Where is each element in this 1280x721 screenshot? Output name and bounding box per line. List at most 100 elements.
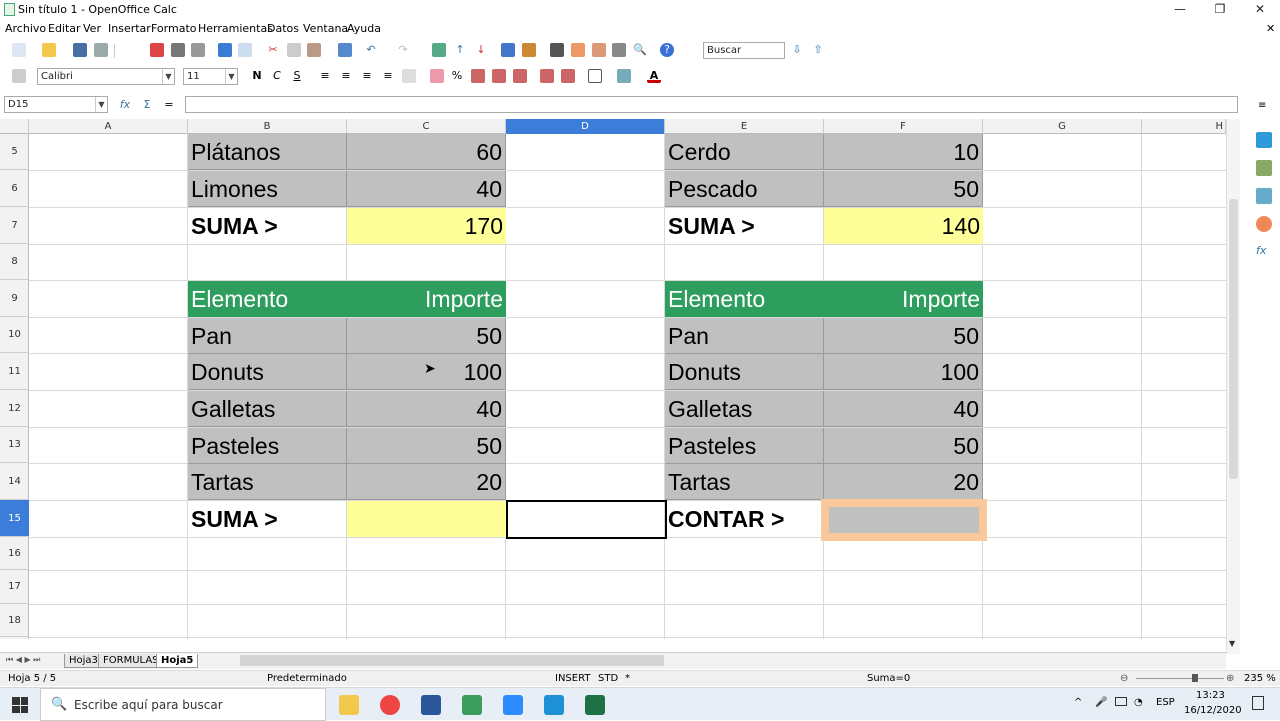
status-zoom[interactable]: 235 % bbox=[1244, 673, 1276, 684]
font-size-combo[interactable]: 11 ▼ bbox=[183, 68, 238, 85]
status-selection-mode[interactable]: STD bbox=[598, 673, 618, 684]
scroll-down-icon[interactable]: ▼ bbox=[1229, 639, 1235, 648]
cell-b15[interactable]: SUMA > bbox=[188, 501, 347, 537]
percent-format-icon[interactable]: % bbox=[450, 69, 464, 83]
spellcheck-icon[interactable] bbox=[218, 43, 232, 57]
row-header-14[interactable]: 14 bbox=[0, 463, 29, 500]
selected-cell-d15[interactable] bbox=[506, 500, 667, 539]
row-header-8[interactable]: 8 bbox=[0, 244, 29, 280]
row-header-15[interactable]: 15 bbox=[0, 500, 29, 537]
find-next-icon[interactable]: ⇩ bbox=[790, 43, 804, 57]
taskbar-search-box[interactable]: 🔍 Escribe aquí para buscar bbox=[40, 688, 326, 721]
wifi-icon[interactable]: ◔ bbox=[1134, 697, 1143, 708]
cell-f12[interactable]: 40 bbox=[824, 391, 983, 427]
cell-e7[interactable]: SUMA > bbox=[665, 208, 824, 244]
cell-c7[interactable]: 170 bbox=[347, 208, 506, 244]
cell-b11[interactable]: Donuts bbox=[188, 354, 347, 390]
cell-e6[interactable]: Pescado bbox=[665, 171, 824, 207]
battery-icon[interactable] bbox=[1115, 697, 1127, 706]
bold-button[interactable]: N bbox=[250, 69, 264, 83]
cell-b10[interactable]: Pan bbox=[188, 318, 347, 354]
draw-functions-icon[interactable] bbox=[522, 43, 536, 57]
italic-button[interactable]: C bbox=[270, 69, 284, 83]
windows-start-icon[interactable] bbox=[12, 697, 28, 713]
column-header-c[interactable]: C bbox=[347, 119, 506, 134]
font-color-icon[interactable]: A bbox=[647, 69, 661, 83]
tab-hoja5[interactable]: Hoja5 bbox=[156, 654, 199, 668]
row-header-17[interactable]: 17 bbox=[0, 570, 29, 604]
background-color-icon[interactable] bbox=[617, 69, 631, 83]
chart-icon[interactable] bbox=[501, 43, 515, 57]
equals-icon[interactable]: = bbox=[162, 98, 176, 112]
row-header-11[interactable]: 11 bbox=[0, 353, 29, 390]
file-explorer-icon[interactable] bbox=[339, 695, 359, 715]
decrease-indent-icon[interactable] bbox=[540, 69, 554, 83]
standard-format-icon[interactable] bbox=[471, 69, 485, 83]
column-header-b[interactable]: B bbox=[188, 119, 347, 134]
autospellcheck-icon[interactable] bbox=[238, 43, 252, 57]
row-header-13[interactable]: 13 bbox=[0, 427, 29, 463]
cell-f9[interactable]: Importe bbox=[824, 281, 983, 317]
chevron-up-icon[interactable]: ^ bbox=[1074, 697, 1082, 708]
select-all-corner[interactable] bbox=[0, 119, 29, 134]
menu-archivo[interactable]: Archivo bbox=[5, 22, 46, 35]
cell-e11[interactable]: Donuts bbox=[665, 354, 824, 390]
tab-formulas[interactable]: FORMULAS bbox=[98, 654, 164, 668]
cell-c9[interactable]: Importe bbox=[347, 281, 506, 317]
tab-nav-first-icon[interactable]: ⏮ ◀ ▶ ⏭ bbox=[6, 655, 40, 665]
font-name-combo[interactable]: Calibri ▼ bbox=[37, 68, 175, 85]
zoom-in-icon[interactable]: ⊕ bbox=[1226, 673, 1234, 684]
calc-icon[interactable] bbox=[462, 695, 482, 715]
cell-c14[interactable]: 20 bbox=[347, 464, 506, 500]
cell-f15[interactable] bbox=[829, 507, 979, 533]
row-header-16[interactable]: 16 bbox=[0, 537, 29, 570]
notifications-icon[interactable] bbox=[1252, 696, 1264, 710]
cell-c13[interactable]: 50 bbox=[347, 428, 506, 464]
hyperlink-icon[interactable] bbox=[432, 43, 446, 57]
cell-b14[interactable]: Tartas bbox=[188, 464, 347, 500]
find-input[interactable]: Buscar bbox=[703, 42, 785, 59]
justify-icon[interactable]: ≡ bbox=[381, 69, 395, 83]
excel-icon[interactable] bbox=[585, 695, 605, 715]
menu-insertar[interactable]: Insertar bbox=[108, 22, 151, 35]
navigator-icon[interactable] bbox=[571, 43, 585, 57]
name-box[interactable]: D15 ▼ bbox=[4, 96, 108, 113]
cell-c15[interactable] bbox=[347, 501, 506, 537]
styles-icon[interactable] bbox=[12, 69, 26, 83]
format-paintbrush-icon[interactable] bbox=[338, 43, 352, 57]
column-header-e[interactable]: E bbox=[665, 119, 824, 134]
sort-descending-icon[interactable]: ↓ bbox=[474, 43, 488, 57]
close-document-icon[interactable]: ✕ bbox=[1266, 22, 1275, 35]
cell-f5[interactable]: 10 bbox=[824, 134, 983, 170]
cell-f11[interactable]: 100 bbox=[824, 354, 983, 390]
teamviewer-icon[interactable] bbox=[544, 695, 564, 715]
zoom-app-icon[interactable] bbox=[503, 695, 523, 715]
help-icon[interactable]: ? bbox=[660, 43, 674, 57]
cell-e13[interactable]: Pasteles bbox=[665, 428, 824, 464]
row-header-6[interactable]: 6 bbox=[0, 170, 29, 207]
menu-formato[interactable]: Formato bbox=[151, 22, 197, 35]
cell-e5[interactable]: Cerdo bbox=[665, 134, 824, 170]
cell-e9[interactable]: Elemento bbox=[665, 281, 824, 317]
cell-b6[interactable]: Limones bbox=[188, 171, 347, 207]
underline-button[interactable]: S bbox=[290, 69, 304, 83]
cell-b12[interactable]: Galletas bbox=[188, 391, 347, 427]
cell-b9[interactable]: Elemento bbox=[188, 281, 347, 317]
cell-c10[interactable]: 50 bbox=[347, 318, 506, 354]
row-header-12[interactable]: 12 bbox=[0, 390, 29, 427]
vertical-scrollbar[interactable]: ▼ bbox=[1226, 119, 1240, 654]
new-document-icon[interactable] bbox=[12, 43, 26, 57]
cell-f13[interactable]: 50 bbox=[824, 428, 983, 464]
maximize-button[interactable]: ❐ bbox=[1200, 0, 1240, 20]
cell-c5[interactable]: 60 bbox=[347, 134, 506, 170]
gallery-icon[interactable] bbox=[592, 43, 606, 57]
menu-herramientas[interactable]: Herramientas bbox=[198, 22, 273, 35]
functions-sidebar-icon[interactable]: fx bbox=[1256, 244, 1272, 260]
formula-input[interactable] bbox=[185, 96, 1238, 113]
column-header-d[interactable]: D bbox=[506, 119, 665, 134]
menu-editar[interactable]: Editar bbox=[48, 22, 81, 35]
function-wizard-icon[interactable]: fx bbox=[118, 98, 132, 112]
row-header-7[interactable]: 7 bbox=[0, 207, 29, 244]
add-decimal-icon[interactable] bbox=[492, 69, 506, 83]
cell-e10[interactable]: Pan bbox=[665, 318, 824, 354]
